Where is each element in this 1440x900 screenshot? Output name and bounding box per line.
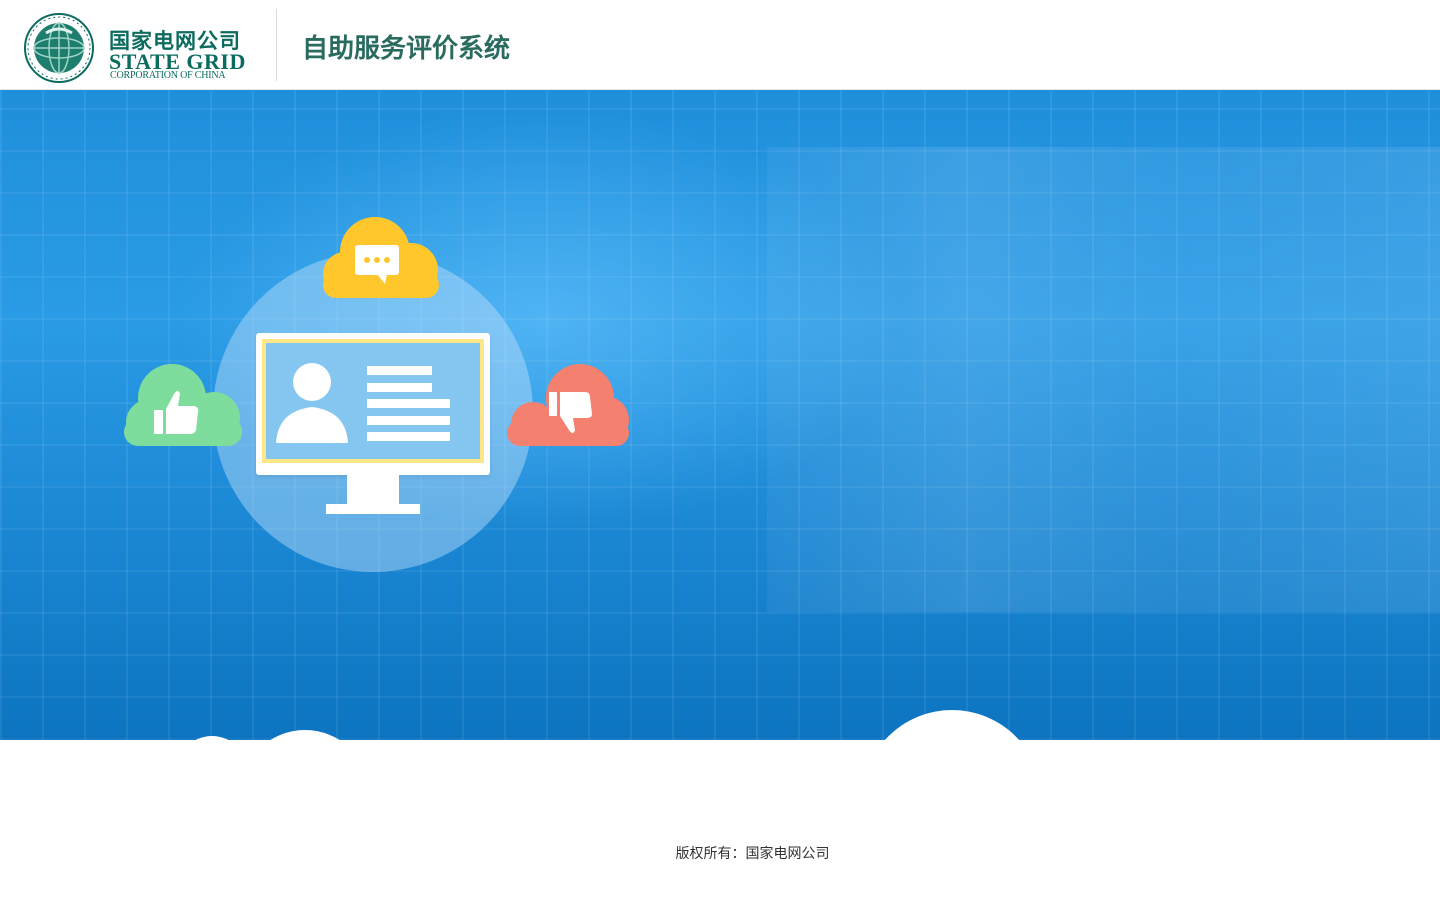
header: 国家电网公司 STATE GRID CORPORATION OF CHINA 自… <box>0 0 1440 90</box>
logo-english-subtitle: CORPORATION OF CHINA <box>110 70 226 81</box>
footer: 版权所有：国家电网公司 <box>0 843 1440 863</box>
cloud-decoration <box>195 710 1020 740</box>
header-divider <box>276 9 277 81</box>
monitor-screen <box>262 339 484 463</box>
state-grid-logo: 国家电网公司 STATE GRID CORPORATION OF CHINA <box>24 9 245 83</box>
app-title: 自助服务评价系统 <box>302 34 511 64</box>
monitor <box>256 333 490 475</box>
thumbs-down-cloud-icon <box>507 364 629 446</box>
globe-icon <box>24 13 94 83</box>
copyright-text: 版权所有：国家电网公司 <box>675 846 830 862</box>
page: 国家电网公司 STATE GRID CORPORATION OF CHINA 自… <box>0 0 1440 900</box>
monitor-base <box>326 504 420 514</box>
hero-panel <box>767 147 1440 612</box>
user-profile-icon <box>276 363 450 443</box>
hero-banner <box>0 90 1440 740</box>
chat-cloud-icon <box>323 217 439 298</box>
thumbs-up-cloud-icon <box>124 364 242 446</box>
